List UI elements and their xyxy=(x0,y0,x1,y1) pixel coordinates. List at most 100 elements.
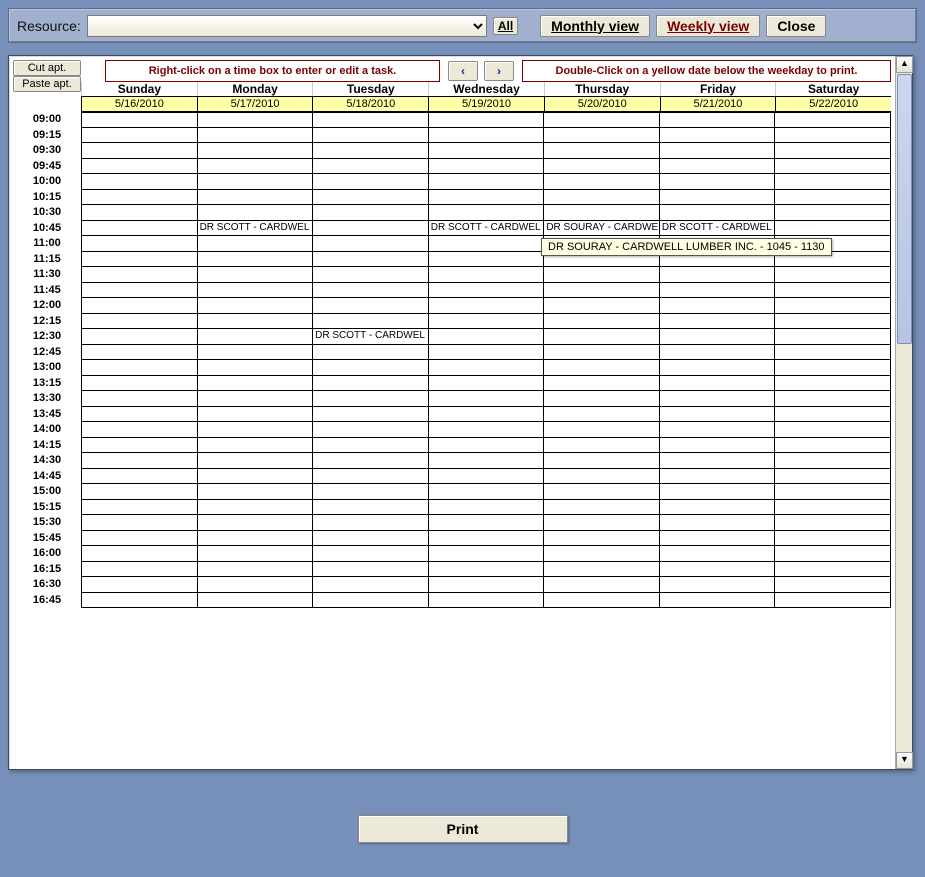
time-cell[interactable] xyxy=(81,283,197,299)
time-cell[interactable] xyxy=(312,546,428,562)
date-cell[interactable]: 5/17/2010 xyxy=(197,96,313,112)
time-cell[interactable] xyxy=(197,112,313,128)
time-cell[interactable] xyxy=(659,484,775,500)
time-cell[interactable] xyxy=(81,562,197,578)
time-cell[interactable] xyxy=(81,252,197,268)
time-cell[interactable] xyxy=(197,329,313,345)
time-cell[interactable] xyxy=(659,469,775,485)
time-cell[interactable] xyxy=(428,298,544,314)
time-cell[interactable] xyxy=(81,407,197,423)
time-cell[interactable] xyxy=(543,577,659,593)
time-cell[interactable] xyxy=(312,469,428,485)
time-cell[interactable] xyxy=(312,298,428,314)
time-cell[interactable] xyxy=(197,190,313,206)
time-cell[interactable] xyxy=(774,376,891,392)
time-cell[interactable] xyxy=(81,469,197,485)
time-cell[interactable] xyxy=(543,360,659,376)
time-cell[interactable] xyxy=(543,267,659,283)
time-cell[interactable] xyxy=(197,159,313,175)
time-cell[interactable] xyxy=(312,453,428,469)
time-cell[interactable] xyxy=(543,143,659,159)
time-cell[interactable] xyxy=(197,438,313,454)
time-cell[interactable] xyxy=(81,577,197,593)
time-cell[interactable] xyxy=(312,112,428,128)
time-cell[interactable] xyxy=(81,453,197,469)
time-cell[interactable] xyxy=(428,283,544,299)
time-cell[interactable] xyxy=(197,174,313,190)
time-cell[interactable] xyxy=(312,283,428,299)
time-cell[interactable] xyxy=(659,190,775,206)
time-cell[interactable] xyxy=(774,593,891,609)
time-cell[interactable] xyxy=(659,391,775,407)
time-cell[interactable] xyxy=(312,360,428,376)
time-cell[interactable] xyxy=(543,190,659,206)
date-cell[interactable]: 5/18/2010 xyxy=(312,96,428,112)
time-cell[interactable] xyxy=(774,128,891,144)
time-cell[interactable] xyxy=(659,329,775,345)
time-cell[interactable] xyxy=(428,577,544,593)
time-cell[interactable] xyxy=(659,267,775,283)
time-cell[interactable] xyxy=(659,143,775,159)
time-cell[interactable] xyxy=(312,190,428,206)
time-cell[interactable] xyxy=(312,422,428,438)
time-cell[interactable] xyxy=(312,376,428,392)
time-cell[interactable] xyxy=(543,546,659,562)
time-cell[interactable] xyxy=(428,112,544,128)
date-cell[interactable]: 5/22/2010 xyxy=(775,96,891,112)
time-cell[interactable] xyxy=(659,453,775,469)
time-cell[interactable] xyxy=(543,345,659,361)
time-cell[interactable] xyxy=(543,562,659,578)
time-cell[interactable] xyxy=(543,376,659,392)
time-cell[interactable] xyxy=(81,190,197,206)
time-cell[interactable] xyxy=(659,515,775,531)
time-cell[interactable] xyxy=(428,159,544,175)
time-cell[interactable] xyxy=(774,174,891,190)
time-cell[interactable] xyxy=(428,469,544,485)
time-cell[interactable] xyxy=(774,314,891,330)
time-cell[interactable] xyxy=(428,407,544,423)
time-cell[interactable] xyxy=(543,422,659,438)
time-cell[interactable] xyxy=(81,236,197,252)
time-cell[interactable] xyxy=(774,205,891,221)
time-cell[interactable] xyxy=(197,453,313,469)
resource-select[interactable] xyxy=(87,15,487,37)
time-cell[interactable] xyxy=(312,500,428,516)
scroll-down-arrow-icon[interactable]: ▼ xyxy=(896,752,913,769)
time-cell[interactable] xyxy=(774,329,891,345)
time-cell[interactable] xyxy=(428,438,544,454)
time-cell[interactable] xyxy=(659,438,775,454)
time-cell[interactable] xyxy=(659,112,775,128)
paste-apt-button[interactable]: Paste apt. xyxy=(13,76,81,92)
close-button[interactable]: Close xyxy=(766,15,826,37)
time-cell[interactable] xyxy=(543,391,659,407)
time-cell[interactable] xyxy=(543,593,659,609)
time-cell[interactable] xyxy=(428,360,544,376)
time-cell[interactable] xyxy=(428,453,544,469)
appointment[interactable]: DR SCOTT - CARDWEL xyxy=(197,221,313,237)
time-cell[interactable] xyxy=(197,562,313,578)
weekly-view-button[interactable]: Weekly view xyxy=(656,15,760,37)
time-cell[interactable] xyxy=(197,593,313,609)
time-cell[interactable] xyxy=(197,236,313,252)
time-cell[interactable] xyxy=(543,159,659,175)
time-cell[interactable] xyxy=(659,593,775,609)
time-cell[interactable] xyxy=(312,143,428,159)
time-cell[interactable] xyxy=(774,391,891,407)
scroll-up-arrow-icon[interactable]: ▲ xyxy=(896,56,913,73)
time-cell[interactable] xyxy=(81,329,197,345)
time-cell[interactable] xyxy=(81,267,197,283)
time-cell[interactable] xyxy=(428,562,544,578)
time-cell[interactable] xyxy=(774,360,891,376)
time-cell[interactable] xyxy=(81,221,197,237)
time-cell[interactable] xyxy=(659,314,775,330)
time-cell[interactable] xyxy=(312,252,428,268)
monthly-view-button[interactable]: Monthly view xyxy=(540,15,650,37)
date-cell[interactable]: 5/19/2010 xyxy=(428,96,544,112)
time-cell[interactable] xyxy=(197,500,313,516)
time-cell[interactable] xyxy=(659,407,775,423)
time-cell[interactable] xyxy=(659,345,775,361)
time-cell[interactable] xyxy=(543,329,659,345)
time-cell[interactable] xyxy=(659,360,775,376)
time-cell[interactable] xyxy=(312,221,428,237)
time-cell[interactable] xyxy=(428,546,544,562)
